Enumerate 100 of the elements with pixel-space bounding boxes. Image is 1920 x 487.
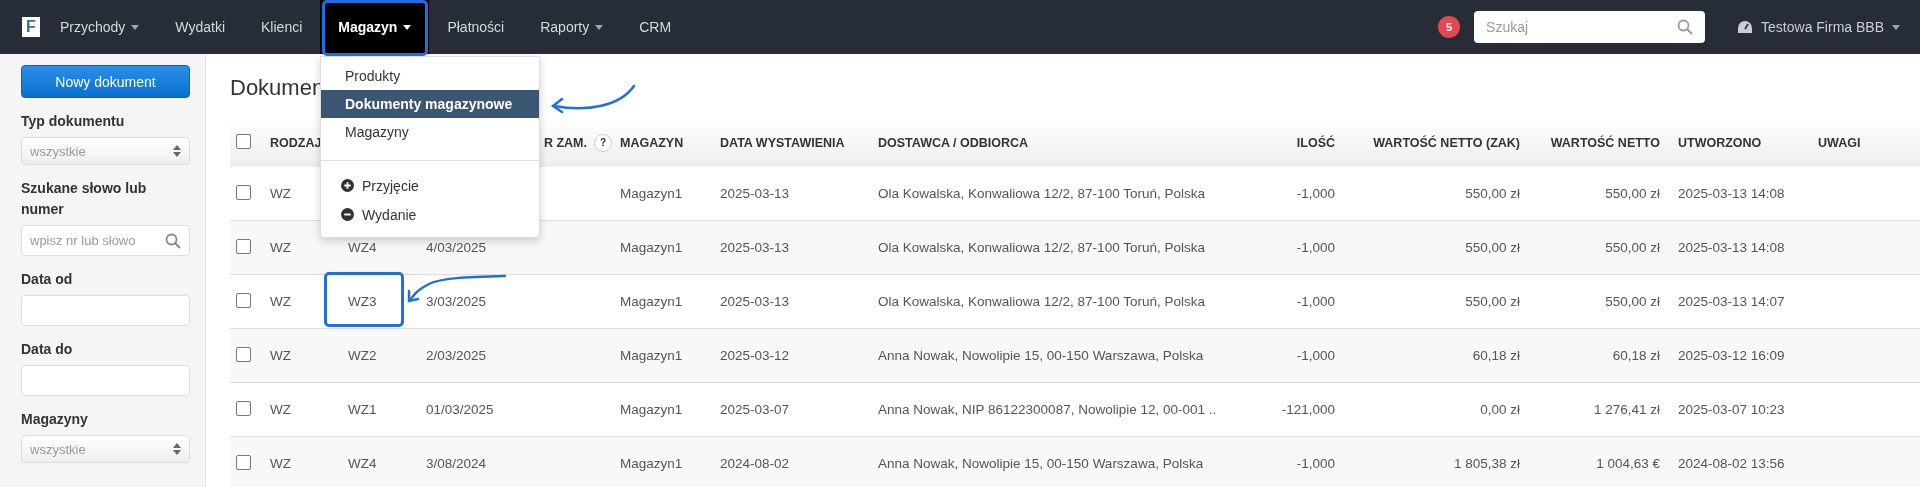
table-cell-text: 2024-08-02 13:56 [1677,456,1786,471]
menu-item[interactable]: Magazyny [321,118,539,146]
table-cell-text: 2025-03-13 [719,186,791,201]
table-cell-text: Ola Kowalska, Konwaliowa 12/2, 87-100 Toruń, Polska [877,294,1206,309]
filter-label: Data do [21,340,74,359]
table-cell-text: 2025-03-13 14:08 [1677,186,1786,201]
table-cell-text: 550,00 zł [1604,294,1661,309]
table-cell-text: -1,000 [1295,186,1336,201]
column-header[interactable]: WARTOŚĆ NETTO [1542,135,1670,150]
document-link[interactable]: WZ1 [340,402,418,417]
table-cell-text: Magazyn1 [619,348,684,363]
column-header[interactable]: DOSTAWCA / ODBIORCA [870,135,1250,150]
column-header[interactable]: DATA WYSTAWIENIA [712,135,870,150]
table-cell-text: 2025-03-07 [719,402,791,417]
table-cell-text: 2025-03-07 10:23 [1677,402,1786,417]
menu-item[interactable]: Dokumenty magazynowe [321,90,539,118]
table-cell-text: WZ [269,186,292,201]
sort-arrows-icon [173,443,181,455]
table-cell-text: WZ [269,294,292,309]
table-cell-text: 2025-03-13 14:07 [1677,294,1786,309]
document-link[interactable]: WZ4 [340,240,418,255]
column-header[interactable]: ILOŚĆ [1288,135,1345,150]
table-cell-text: 3/03/2025 [425,294,488,309]
table-cell-text: Magazyn1 [619,186,684,201]
table-cell-text: Magazyn1 [619,456,684,471]
nav-item[interactable]: Klienci [243,0,321,54]
table-cell-text: Anna Nowak, Nowolipie 15, 00-150 Warszawa, Polska [877,348,1205,363]
checkbox[interactable] [236,400,251,416]
table-cell-text: Anna Nowak, Nowolipie 15, 00-150 Warszawa, Polska [877,456,1205,471]
filter-label: Data od [21,270,74,289]
table-cell-text: Ola Kowalska, Konwaliowa 12/2, 87-100 Toruń, Polska [877,240,1206,255]
table-cell-text: 550,00 zł [1604,186,1661,201]
checkbox[interactable] [236,292,251,308]
document-link[interactable]: WZ4 [340,456,418,471]
table-cell-text: 1 276,41 zł [1592,402,1661,417]
checkbox[interactable] [236,454,251,470]
table-cell-text: 4/03/2025 [425,240,488,255]
table-cell-text: 60,18 zł [1471,348,1521,363]
table-cell-text: 2025-03-13 [719,240,791,255]
table-cell-text: Magazyn1 [619,402,684,417]
plus-circle-icon [341,179,354,192]
checkbox[interactable] [236,346,251,362]
table-cell-text: WZ [269,348,292,363]
table-cell-text: Magazyn1 [619,294,684,309]
date-field[interactable] [21,295,190,326]
account-name[interactable]: Testowa Firma BBB [1761,19,1884,35]
table-cell-text: 550,00 zł [1464,294,1521,309]
table-cell-text: Magazyn1 [619,240,684,255]
table-cell-text: -1,000 [1295,240,1336,255]
filter-label: Szukane słowo lub numer [21,179,148,219]
table-cell-text: 2/03/2025 [425,348,488,363]
filter-label: Typ dokumentu [21,112,126,131]
checkbox[interactable] [236,133,251,149]
table-cell-text: WZ [269,240,292,255]
caret-icon [1892,24,1900,30]
document-link[interactable]: WZ2 [340,348,418,363]
nav-item[interactable]: CRM [621,0,690,54]
table-cell-text: Anna Nowak, NIP 86122300087, Nowolipie 12, 00-001 .. [877,402,1218,417]
help-icon[interactable]: ? [594,133,612,152]
filter-label: Magazyny [21,410,89,429]
table-cell-text: 2024-08-02 [719,456,791,471]
table-cell-text: 3/08/2024 [425,456,488,471]
table-cell-text: 2025-03-13 [719,294,791,309]
table-cell-text: -121,000 [1280,402,1336,417]
column-header[interactable]: R ZAM. [543,135,587,150]
column-header[interactable]: UTWORZONO [1670,135,1810,150]
table-cell-text: 550,00 zł [1464,240,1521,255]
nav-item[interactable]: Wydatki [157,0,244,54]
table-cell-text: WZ [269,402,292,417]
menu-item[interactable]: Wydanie [362,206,417,223]
table-cell-text: -1,000 [1295,348,1336,363]
table-cell-text: 2025-03-13 14:08 [1677,240,1786,255]
table-cell-text: 1 805,38 zł [1452,456,1521,471]
column-header[interactable]: UWAGI [1810,135,1920,150]
new-document-button[interactable]: Nowy dokument [21,65,190,98]
menu-item[interactable]: Przyjęcie [362,177,419,194]
date-field[interactable] [21,365,190,396]
table-cell-text: 2025-03-12 [719,348,791,363]
app-logo[interactable]: F [22,17,40,37]
table-cell-text: Ola Kowalska, Konwaliowa 12/2, 87-100 Toruń, Polska [877,186,1206,201]
nav-item[interactable]: Przychody [42,0,158,54]
dashboard-gauge-icon [1737,20,1754,34]
table-cell-text: 550,00 zł [1604,240,1661,255]
menu-item[interactable]: Produkty [321,62,539,90]
nav-item[interactable]: Płatności [429,0,523,54]
document-link[interactable]: WZ3 [340,294,418,309]
table-cell-text: 60,18 zł [1611,348,1661,363]
nav-item[interactable]: Raporty [522,0,622,54]
table-cell-text: 550,00 zł [1464,186,1521,201]
checkbox[interactable] [236,238,251,254]
checkbox[interactable] [236,184,251,200]
column-header[interactable]: MAGAZYN [612,135,712,150]
search-icon [165,232,181,249]
table-cell-text: WZ [269,456,292,471]
search-icon [1677,19,1694,35]
table-cell-text: 1 004,63 € [1595,456,1661,471]
column-header[interactable]: WARTOŚĆ NETTO (ZAK) [1365,135,1530,150]
table-cell-text: 0,00 zł [1479,402,1521,417]
notification-badge[interactable]: 5 [1438,16,1461,38]
table-cell-text: 01/03/2025 [425,402,495,417]
